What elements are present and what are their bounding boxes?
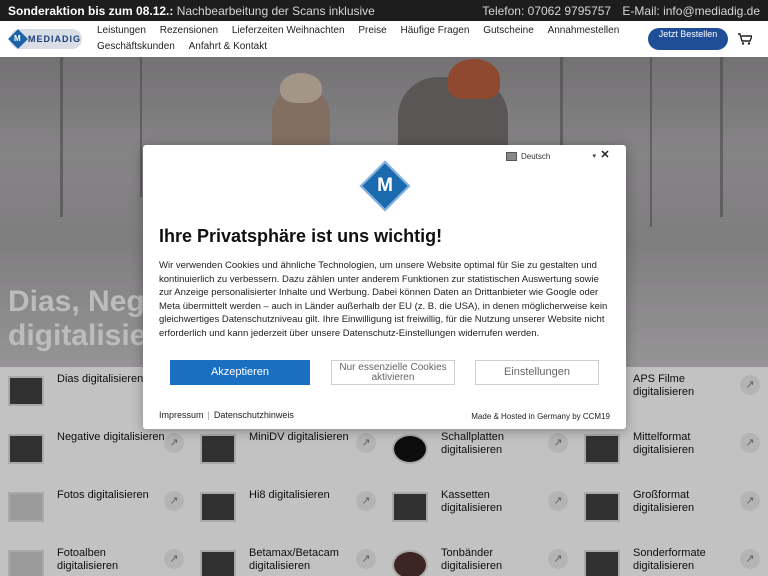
promo-bold: Sonderaktion bis zum 08.12.: — [8, 3, 174, 18]
phone-link[interactable]: Telefon: 07062 9795757 — [482, 4, 611, 18]
cookie-consent-dialog: Deutsch ▾ ✕ M Ihre Privatsphäre ist uns … — [143, 145, 626, 429]
nav-item-geschaeftskunden[interactable]: Geschäftskunden — [97, 39, 175, 55]
nav-item-preise[interactable]: Preise — [358, 23, 386, 39]
brand-logo: M — [359, 160, 411, 212]
site-logo[interactable]: M MEDIADIG — [8, 29, 82, 49]
promo-bar: Sonderaktion bis zum 08.12.: Nachbearbei… — [0, 0, 768, 21]
nav-item-rezensionen[interactable]: Rezensionen — [160, 23, 218, 39]
nav-item-faq[interactable]: Häufige Fragen — [400, 23, 469, 39]
close-icon[interactable]: ✕ — [599, 148, 611, 162]
nav-item-leistungen[interactable]: Leistungen — [97, 23, 146, 39]
nav-item-kontakt[interactable]: Anfahrt & Kontakt — [189, 39, 267, 55]
language-select[interactable]: Deutsch ▾ — [506, 149, 596, 163]
nav-item-lieferzeiten[interactable]: Lieferzeiten Weihnachten — [232, 23, 345, 39]
site-header: M MEDIADIG Leistungen Rezensionen Liefer… — [0, 21, 768, 57]
language-label: Deutsch — [521, 151, 551, 161]
logo-mark-icon: M — [8, 29, 28, 49]
promo-text: Sonderaktion bis zum 08.12.: Nachbearbei… — [8, 4, 375, 18]
chevron-down-icon: ▾ — [592, 153, 596, 160]
consent-text: Wir verwenden Cookies und ähnliche Techn… — [159, 260, 608, 339]
consent-footer-links: Impressum | Datenschutzhinweis — [159, 410, 294, 420]
consent-title: Ihre Privatsphäre ist uns wichtig! — [159, 226, 443, 246]
language-flag-icon — [506, 151, 517, 161]
impressum-link[interactable]: Impressum — [159, 410, 204, 420]
accept-button[interactable]: Akzeptieren — [170, 360, 310, 385]
privacy-link[interactable]: Datenschutzhinweis — [214, 410, 294, 420]
nav-item-gutscheine[interactable]: Gutscheine — [483, 23, 534, 39]
order-now-button[interactable]: Jetzt Bestellen — [648, 28, 728, 50]
contact-info: Telefon: 07062 9795757 E-Mail: info@medi… — [474, 4, 760, 18]
email-link[interactable]: E-Mail: info@mediadig.de — [622, 4, 760, 18]
hosted-note: Made & Hosted in Germany by CCM19 — [471, 412, 610, 421]
logo-text: MEDIADIG — [28, 34, 81, 44]
settings-button[interactable]: Einstellungen — [475, 360, 599, 385]
nav-item-annahmestellen[interactable]: Annahmestellen — [548, 23, 620, 39]
cart-icon[interactable] — [738, 32, 754, 45]
main-nav: Leistungen Rezensionen Lieferzeiten Weih… — [97, 23, 637, 55]
promo-detail: Nachbearbeitung der Scans inklusive — [176, 3, 375, 18]
essential-only-button[interactable]: Nur essenzielle Cookies aktivieren — [331, 360, 455, 385]
